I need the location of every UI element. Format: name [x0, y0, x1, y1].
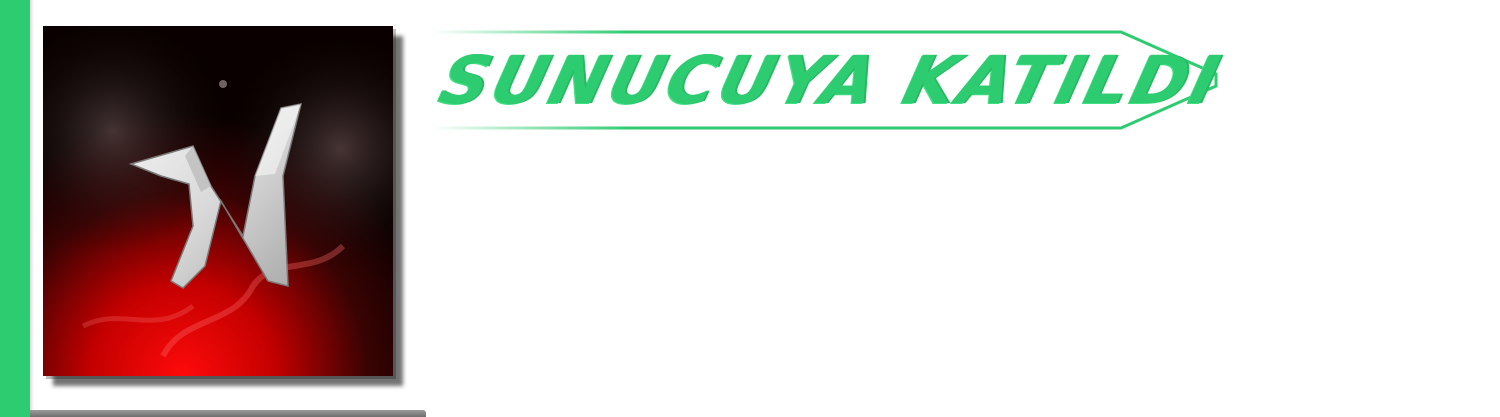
- avatar: [43, 26, 393, 376]
- join-banner: SUNUCUYA KATILDI: [428, 28, 1230, 134]
- left-accent-shadow: [30, 0, 34, 417]
- letter-n-logo-icon: [43, 26, 393, 376]
- left-accent-bar: [0, 0, 30, 417]
- banner-title: SUNUCUYA KATILDI: [432, 42, 1231, 119]
- bottom-divider: [30, 410, 426, 417]
